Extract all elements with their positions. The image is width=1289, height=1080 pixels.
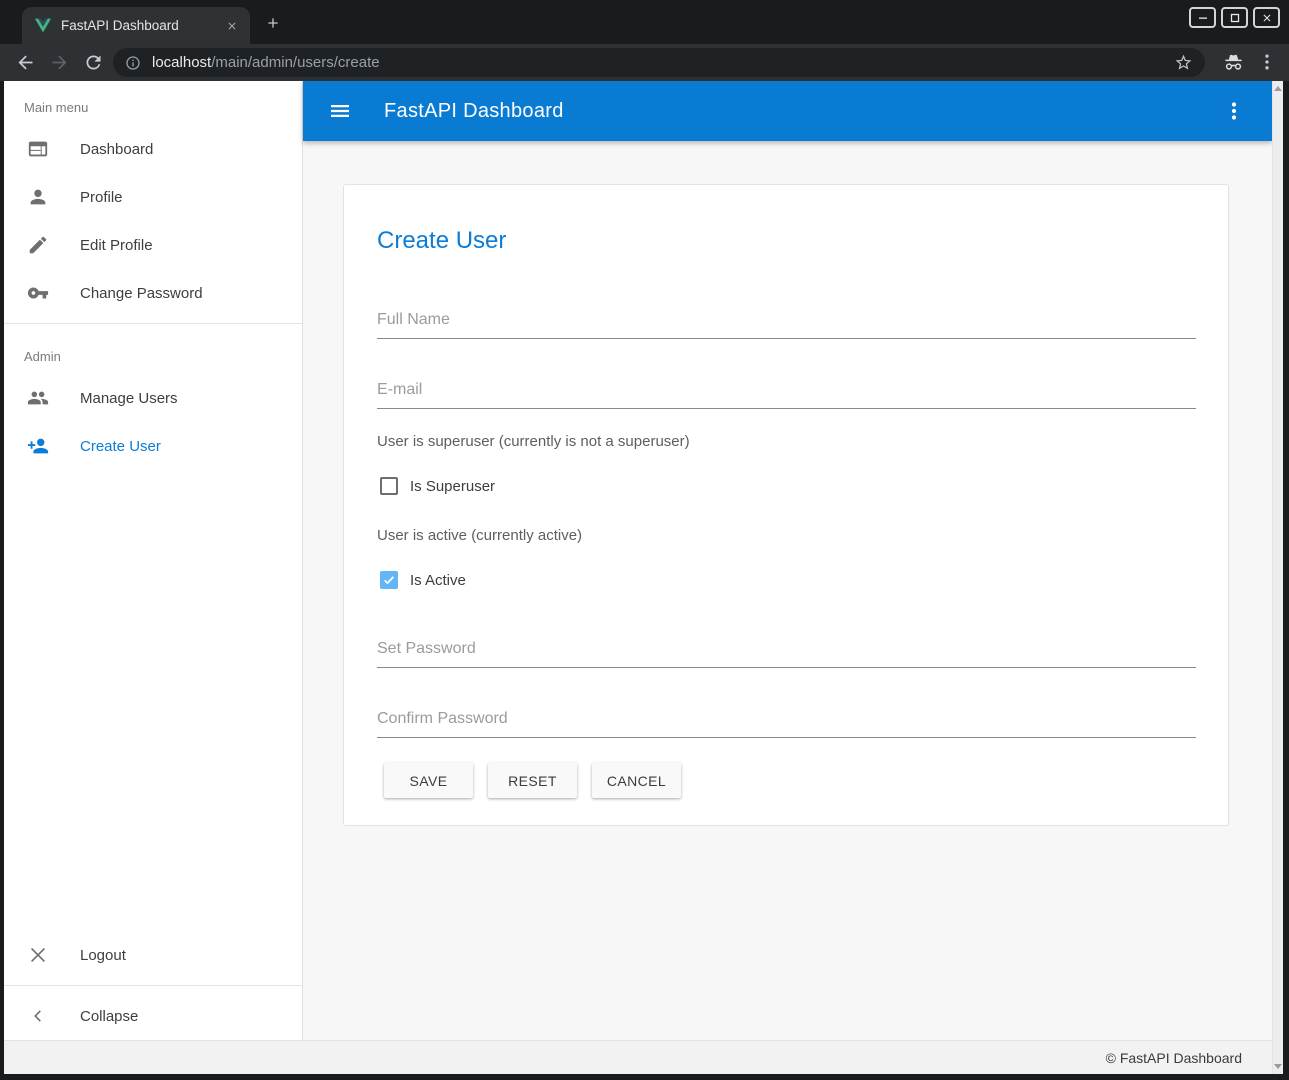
create-user-card: Create User User is superuser (currently… — [343, 184, 1229, 826]
sidebar-item-profile[interactable]: Profile — [4, 173, 302, 221]
sidebar-item-logout[interactable]: Logout — [4, 931, 302, 979]
active-checkbox[interactable] — [380, 571, 398, 589]
full-name-field — [377, 311, 1196, 339]
chevron-left-icon — [26, 1004, 50, 1028]
key-icon — [26, 281, 50, 305]
close-x-icon — [26, 943, 50, 967]
confirm-password-input[interactable] — [377, 710, 1196, 728]
back-button[interactable] — [15, 52, 36, 73]
incognito-icon — [1222, 51, 1245, 74]
tab-title: FastAPI Dashboard — [61, 18, 223, 33]
sidebar-item-label: Manage Users — [80, 390, 178, 407]
sidebar-item-label: Collapse — [80, 1008, 138, 1025]
sidebar-divider — [4, 323, 302, 324]
active-checkbox-row[interactable]: Is Active — [377, 570, 1196, 590]
browser-toolbar: localhost/main/admin/users/create — [0, 44, 1289, 81]
full-name-input[interactable] — [377, 311, 1196, 329]
vue-favicon-icon — [35, 18, 51, 33]
scrollbar-up-icon[interactable] — [1273, 82, 1283, 95]
scrollbar-down-icon[interactable] — [1273, 1060, 1283, 1073]
window-controls — [1189, 7, 1280, 28]
confirm-password-field — [377, 710, 1196, 738]
active-checkbox-label: Is Active — [410, 572, 466, 589]
app-title: FastAPI Dashboard — [384, 100, 564, 123]
page-title: Create User — [377, 227, 1196, 255]
sidebar-item-label: Create User — [80, 438, 161, 455]
window-minimize-button[interactable] — [1189, 7, 1216, 28]
app-header: FastAPI Dashboard — [303, 81, 1272, 141]
sidebar-item-change-password[interactable]: Change Password — [4, 269, 302, 317]
reload-button[interactable] — [83, 52, 104, 73]
superuser-checkbox-label: Is Superuser — [410, 478, 495, 495]
sidebar-item-dashboard[interactable]: Dashboard — [4, 125, 302, 173]
page-content: Main menu Dashboard Profile Edit Profile… — [4, 81, 1272, 1074]
sidebar-section-admin: Admin — [4, 330, 302, 374]
browser-menu-icon[interactable] — [1257, 52, 1277, 72]
hamburger-menu-icon[interactable] — [328, 99, 352, 123]
main-content: Create User User is superuser (currently… — [303, 141, 1272, 1040]
url-text: localhost/main/admin/users/create — [152, 54, 380, 71]
new-tab-button[interactable] — [263, 13, 283, 33]
save-button[interactable]: SAVE — [384, 763, 473, 798]
sidebar-divider — [4, 985, 302, 986]
sidebar-item-edit-profile[interactable]: Edit Profile — [4, 221, 302, 269]
sidebar-item-label: Edit Profile — [80, 237, 153, 254]
set-password-field — [377, 640, 1196, 668]
sidebar-item-label: Change Password — [80, 285, 203, 302]
header-menu-icon[interactable] — [1222, 99, 1246, 123]
pencil-icon — [26, 233, 50, 257]
window-maximize-button[interactable] — [1221, 7, 1248, 28]
person-add-icon — [26, 434, 50, 458]
sidebar-item-label: Logout — [80, 947, 126, 964]
dashboard-web-icon — [26, 137, 50, 161]
sidebar-item-create-user[interactable]: Create User — [4, 422, 302, 470]
copyright-text: © FastAPI Dashboard — [1106, 1050, 1242, 1066]
sidebar-item-label: Dashboard — [80, 141, 153, 158]
bookmark-star-icon[interactable] — [1174, 53, 1193, 72]
superuser-checkbox-row[interactable]: Is Superuser — [377, 476, 1196, 496]
tab-close-icon[interactable] — [223, 17, 241, 35]
active-hint: User is active (currently active) — [377, 527, 1196, 544]
sidebar-item-label: Profile — [80, 189, 123, 206]
superuser-checkbox[interactable] — [380, 477, 398, 495]
sidebar-section-main-menu: Main menu — [4, 81, 302, 125]
person-icon — [26, 185, 50, 209]
url-path: /main/admin/users/create — [211, 54, 379, 71]
reset-button[interactable]: RESET — [488, 763, 577, 798]
page-footer: © FastAPI Dashboard — [4, 1040, 1272, 1074]
sidebar: Main menu Dashboard Profile Edit Profile… — [4, 81, 303, 1040]
window-close-button[interactable] — [1253, 7, 1280, 28]
url-host: localhost — [152, 54, 211, 71]
url-bar[interactable]: localhost/main/admin/users/create — [113, 48, 1205, 77]
email-field — [377, 381, 1196, 409]
browser-titlebar: FastAPI Dashboard — [0, 0, 1289, 44]
page-scrollbar[interactable] — [1272, 81, 1283, 1074]
form-buttons: SAVE RESET CANCEL — [384, 763, 1196, 798]
superuser-hint: User is superuser (currently is not a su… — [377, 433, 1196, 450]
browser-tab[interactable]: FastAPI Dashboard — [22, 7, 250, 44]
forward-button[interactable] — [49, 52, 70, 73]
sidebar-item-collapse[interactable]: Collapse — [4, 992, 302, 1040]
sidebar-item-manage-users[interactable]: Manage Users — [4, 374, 302, 422]
email-input[interactable] — [377, 381, 1196, 399]
cancel-button[interactable]: CANCEL — [592, 763, 681, 798]
people-icon — [26, 386, 50, 410]
site-info-icon[interactable] — [125, 55, 141, 71]
set-password-input[interactable] — [377, 640, 1196, 658]
